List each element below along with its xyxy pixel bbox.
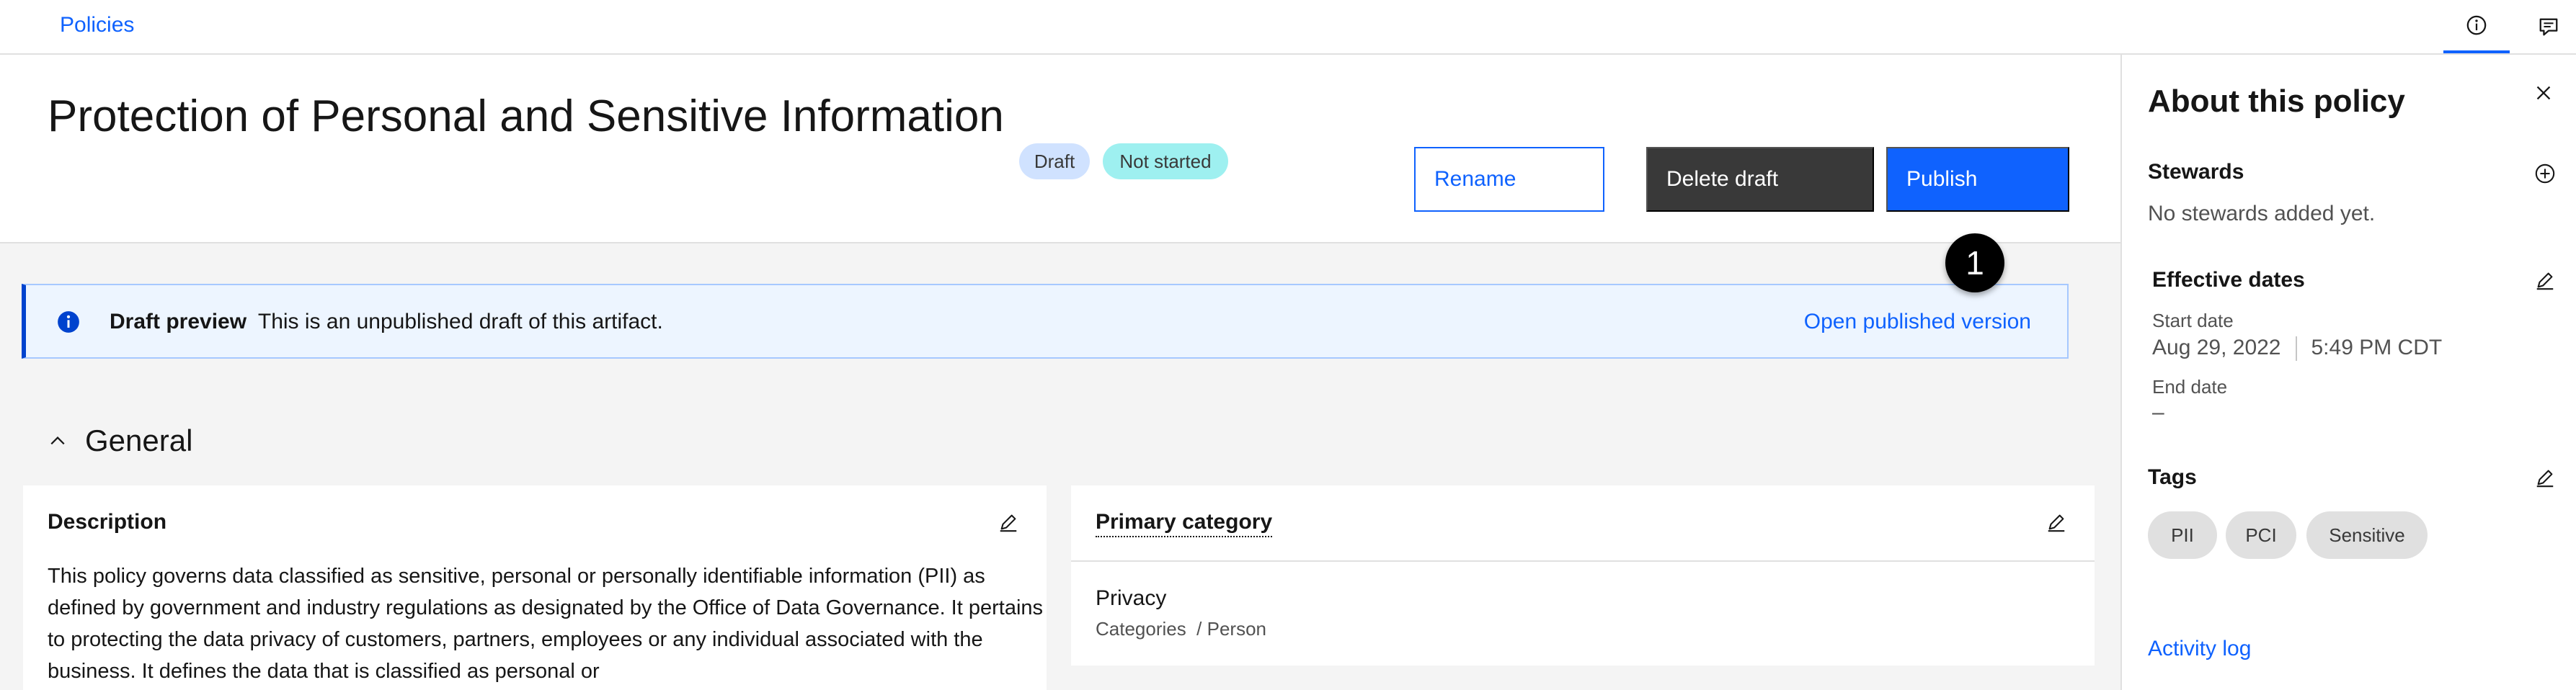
general-section-toggle[interactable]: General	[48, 424, 192, 458]
step-marker-badge: 1	[1945, 233, 2004, 292]
breadcrumb-policies[interactable]: Policies	[60, 13, 134, 37]
rename-button[interactable]: Rename	[1414, 147, 1604, 212]
add-icon	[2535, 163, 2555, 184]
category-name: Privacy	[1096, 586, 1167, 610]
info-tab[interactable]	[2443, 0, 2510, 53]
separator	[2295, 336, 2297, 362]
tag-chip[interactable]: Sensitive	[2306, 511, 2428, 559]
pencil-icon	[1000, 514, 1017, 532]
pencil-icon	[2536, 470, 2554, 488]
draft-tag: Draft	[1019, 143, 1090, 179]
edit-tags-button[interactable]	[2534, 467, 2556, 492]
status-tag: Not started	[1103, 143, 1228, 179]
top-bar: Policies	[0, 0, 2576, 55]
page-header: Protection of Personal and Sensitive Inf…	[0, 55, 2120, 243]
category-path: Categories / Person	[1096, 618, 1267, 640]
stewards-label: Stewards	[2148, 160, 2244, 184]
page-title: Protection of Personal and Sensitive Inf…	[48, 91, 1004, 141]
end-date-label: End date	[2152, 376, 2228, 398]
pencil-icon	[2048, 514, 2065, 532]
description-card: Description This policy governs data cla…	[23, 485, 1047, 690]
draft-preview-notification: Draft preview This is an unpublished dra…	[22, 284, 2069, 359]
pencil-icon	[2536, 272, 2554, 290]
delete-draft-button[interactable]: Delete draft	[1646, 147, 1874, 212]
primary-category-heading: Primary category	[1096, 510, 1273, 537]
start-date: Aug 29, 2022	[2152, 336, 2281, 359]
description-text: This policy governs data classified as s…	[48, 565, 1044, 683]
add-steward-button[interactable]	[2534, 163, 2556, 188]
notification-message: This is an unpublished draft of this art…	[257, 310, 663, 333]
notification-title: Draft preview	[110, 310, 247, 333]
start-date-label: Start date	[2152, 310, 2234, 331]
main-content: Protection of Personal and Sensitive Inf…	[0, 55, 2120, 690]
section-title: General	[85, 424, 193, 457]
tag-chip[interactable]: PII	[2148, 511, 2217, 559]
chat-icon	[2539, 18, 2558, 36]
notification-text: Draft preview This is an unpublished dra…	[110, 310, 663, 334]
edit-dates-button[interactable]	[2534, 269, 2556, 295]
stewards-empty-text: No stewards added yet.	[2148, 202, 2376, 225]
publish-button[interactable]: Publish	[1886, 147, 2069, 212]
chevron-up-icon	[50, 436, 65, 445]
open-published-version-link[interactable]: Open published version	[1804, 310, 2031, 334]
close-icon	[2536, 86, 2551, 100]
info-filled-icon	[56, 310, 81, 338]
divider	[1071, 560, 2095, 562]
end-date-value: –	[2152, 400, 2164, 424]
tags-label: Tags	[2148, 465, 2197, 489]
close-panel-button[interactable]	[2533, 82, 2554, 107]
edit-description-button[interactable]	[998, 511, 1019, 533]
tag-chip[interactable]: PCI	[2226, 511, 2296, 559]
activity-log-link[interactable]: Activity log	[2148, 637, 2251, 661]
effective-dates-label: Effective dates	[2152, 268, 2305, 292]
start-date-value: Aug 29, 2022 5:49 PM CDT	[2152, 336, 2443, 362]
panel-title: About this policy	[2148, 84, 2405, 119]
info-icon	[2466, 15, 2487, 35]
app-root: Policies Protection of Personal and Sens…	[0, 0, 2576, 690]
about-policy-panel: About this policy Stewards No stewards a…	[2120, 55, 2576, 690]
primary-category-card: Primary category Privacy Categories / Pe…	[1071, 485, 2095, 666]
edit-category-button[interactable]	[2046, 511, 2067, 533]
description-heading: Description	[48, 510, 167, 534]
comments-tab[interactable]	[2515, 0, 2576, 53]
start-time: 5:49 PM CDT	[2311, 336, 2443, 359]
